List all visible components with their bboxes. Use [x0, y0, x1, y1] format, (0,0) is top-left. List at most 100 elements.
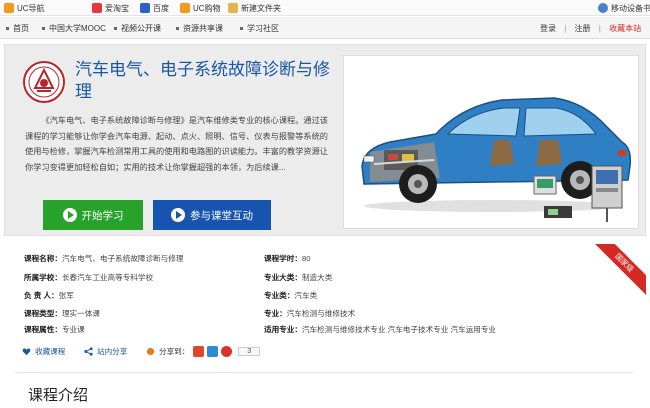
nav-label: 中国大学MOOC	[49, 24, 106, 33]
bookmark-label: 百度	[153, 3, 169, 13]
nav-home[interactable]: 首页	[6, 23, 29, 34]
section-title: 课程介绍	[28, 387, 89, 404]
bullet-icon	[176, 27, 179, 31]
info-label: 课程名称：	[24, 254, 62, 263]
course-cover-image	[343, 55, 639, 229]
nav-label: 首页	[13, 24, 29, 33]
uc-shopping-icon	[180, 3, 190, 13]
info-value: 汽车检测与维修技术专业 汽车电子技术专业 汽车运用专业	[301, 325, 497, 334]
baidu-icon	[140, 3, 150, 13]
top-nav: 首页 中国大学MOOC 视频公开课 资源共享课 学习社区 登录 | 注册 | 收…	[0, 17, 650, 39]
info-row: 课程名称：汽车电气、电子系统故障诊断与修理	[24, 253, 183, 264]
cloud-icon	[598, 3, 608, 13]
bookmark-aitaobao[interactable]: 爱淘宝	[92, 2, 129, 14]
bookmark-uc-shopping[interactable]: UC购物	[180, 2, 221, 14]
bookmark-new-folder[interactable]: 新建文件夹	[228, 2, 281, 14]
info-label: 负 责 人：	[24, 291, 59, 300]
separator: |	[598, 24, 601, 33]
share-to-icon	[146, 347, 155, 356]
bookmark-bar: UC导航 爱淘宝 百度 UC购物 新建文件夹 移动设备书	[0, 0, 650, 16]
course-title: 汽车电气、电子系统故障诊断与修理	[75, 60, 330, 101]
share-count: 3	[238, 347, 261, 356]
button-label: 开始学习	[81, 209, 124, 222]
share-to: 分享到： 3	[146, 346, 261, 357]
nav-community[interactable]: 学习社区	[240, 23, 279, 34]
info-value: 专业课	[61, 325, 85, 334]
course-hero: 汽车电气、电子系统故障诊断与修理 《汽车电气、电子系统故障诊断与修理》是汽车维修…	[4, 44, 646, 236]
bullet-icon	[6, 27, 9, 31]
info-label: 所属学校：	[24, 273, 62, 282]
info-value: 80	[301, 254, 311, 263]
info-label: 课程学时：	[264, 254, 302, 263]
info-label: 专业类：	[264, 291, 295, 300]
bookmark-label: UC导航	[17, 3, 45, 13]
weibo-share-icon[interactable]	[193, 346, 205, 357]
bookmark-label: 爱淘宝	[105, 3, 129, 13]
bullet-icon	[114, 27, 117, 31]
info-label: 课程属性：	[24, 325, 62, 334]
bookmark-label: 移动设备书	[611, 3, 650, 13]
bookmark-mobile[interactable]: 移动设备书	[598, 2, 650, 14]
nav-label: 资源共享课	[183, 24, 223, 33]
nav-mooc[interactable]: 中国大学MOOC	[42, 23, 106, 34]
nav-open-video[interactable]: 视频公开课	[114, 23, 161, 34]
favorite-course-button[interactable]: 收藏课程	[22, 346, 65, 357]
info-row: 专业：汽车检测与维修技术	[264, 308, 355, 319]
school-logo-icon	[23, 61, 65, 103]
info-value: 张军	[58, 291, 74, 300]
info-value: 制造大类	[301, 273, 333, 282]
bullet-icon	[240, 27, 243, 31]
start-learning-button[interactable]: 开始学习	[43, 200, 143, 230]
car-cutaway-image	[344, 56, 638, 228]
bookmark-label: UC购物	[193, 3, 221, 13]
play-icon	[62, 208, 77, 222]
info-label: 专业大类：	[264, 273, 302, 282]
taobao-icon	[92, 3, 102, 13]
favorite-site-link[interactable]: 收藏本站	[609, 24, 641, 33]
badge-label: 国家级	[594, 244, 646, 296]
info-row: 负 责 人：张军	[24, 290, 74, 301]
renren-share-icon[interactable]	[221, 346, 233, 357]
site-share-button[interactable]: 站内分享	[84, 346, 127, 357]
info-label: 课程类型：	[24, 309, 62, 318]
register-link[interactable]: 注册	[575, 24, 591, 33]
nav-label: 学习社区	[247, 24, 279, 33]
bookmark-label: 新建文件夹	[241, 3, 281, 13]
login-link[interactable]: 登录	[540, 24, 556, 33]
info-row: 课程学时：80	[264, 253, 310, 264]
nav-shared-resources[interactable]: 资源共享课	[176, 23, 223, 34]
info-row: 适用专业：汽车检测与维修技术专业 汽车电子技术专业 汽车运用专业	[264, 324, 496, 335]
button-label: 参与课堂互动	[190, 209, 253, 222]
join-class-button[interactable]: 参与课堂互动	[153, 200, 271, 230]
info-label: 专业：	[264, 309, 287, 318]
info-value: 理实一体课	[61, 309, 100, 318]
bullet-icon	[42, 27, 45, 31]
info-value: 汽车电气、电子系统故障诊断与修理	[61, 254, 184, 263]
action-label: 站内分享	[97, 347, 128, 356]
action-label: 分享到：	[159, 347, 190, 356]
qzone-share-icon[interactable]	[207, 346, 219, 357]
info-value: 汽车检测与维修技术	[286, 309, 356, 318]
nav-label: 视频公开课	[121, 24, 161, 33]
share-icon	[84, 347, 93, 356]
national-level-badge: 国家级	[594, 244, 646, 296]
info-row: 专业大类：制造大类	[264, 272, 332, 283]
heart-icon	[22, 348, 31, 356]
uc-nav-icon	[4, 3, 14, 13]
section-divider	[14, 372, 634, 373]
course-description: 《汽车电气、电子系统故障诊断与修理》是汽车维修类专业的核心课程。通过该课程的学习…	[25, 116, 328, 172]
info-row: 课程属性：专业课	[24, 324, 85, 335]
info-label: 适用专业：	[264, 325, 302, 334]
separator: |	[564, 24, 567, 33]
info-row: 所属学校：长春汽车工业高等专科学校	[24, 272, 153, 283]
info-row: 专业类：汽车类	[264, 290, 317, 301]
info-value: 长春汽车工业高等专科学校	[61, 273, 154, 282]
course-info: 国家级 课程名称：汽车电气、电子系统故障诊断与修理 所属学校：长春汽车工业高等专…	[4, 244, 646, 372]
folder-icon	[228, 3, 238, 13]
play-icon	[171, 208, 185, 222]
bookmark-baidu[interactable]: 百度	[140, 2, 169, 14]
bookmark-uc-nav[interactable]: UC导航	[4, 2, 45, 14]
action-label: 收藏课程	[35, 347, 66, 356]
info-value: 汽车类	[294, 291, 318, 300]
info-row: 课程类型：理实一体课	[24, 308, 100, 319]
